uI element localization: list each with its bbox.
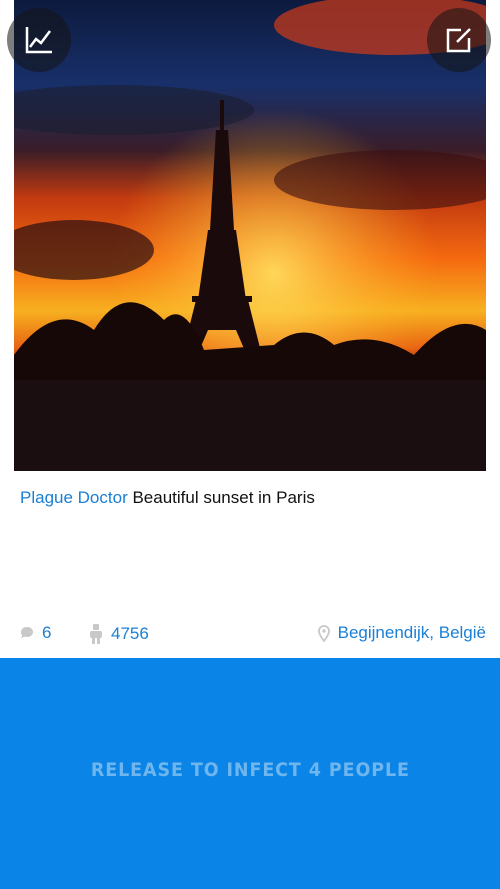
infected-count[interactable]: 4756 [89,623,149,645]
edit-icon [446,28,471,53]
author-link[interactable]: Plague Doctor [20,488,128,507]
comments-count[interactable]: 6 [20,623,51,643]
comment-icon [21,627,33,639]
location-value: Begijnendijk, België [337,623,486,642]
caption-text: Beautiful sunset in Paris [132,488,315,507]
stats-button[interactable] [7,8,71,72]
location-link[interactable]: Begijnendijk, België [317,623,486,643]
eiffel-sunset-image [14,0,486,471]
edit-button[interactable] [427,8,491,72]
person-icon [90,624,102,644]
comments-value: 6 [42,623,52,642]
chart-line-icon [25,27,52,54]
release-label: RELEASE TO INFECT 4 PEOPLE [90,758,410,781]
release-to-infect-panel[interactable]: RELEASE TO INFECT 4 PEOPLE [0,658,500,889]
location-pin-icon [317,624,330,642]
post-photo[interactable] [14,0,486,471]
post-caption: Plague Doctor Beautiful sunset in Paris [20,488,315,508]
infected-value: 4756 [111,624,149,643]
